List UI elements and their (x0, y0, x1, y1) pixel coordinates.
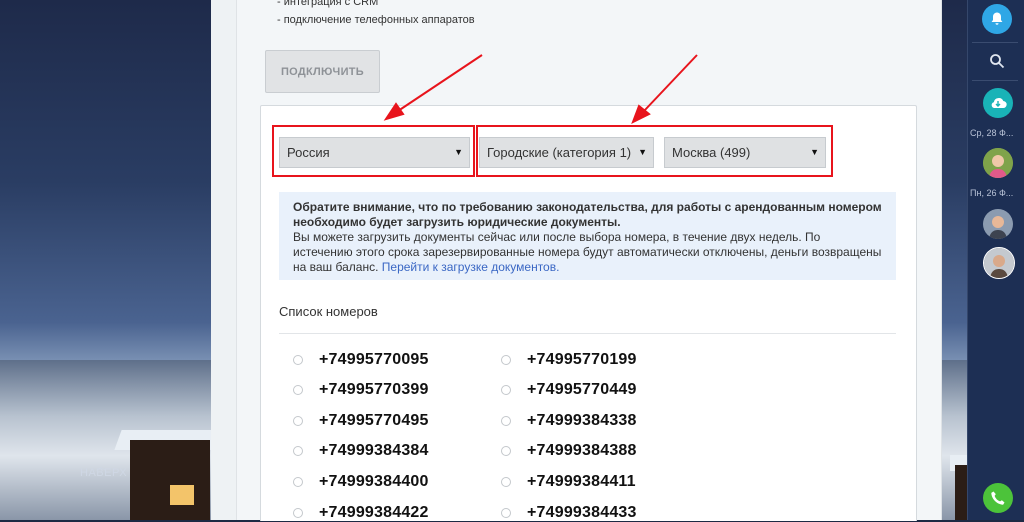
avatar[interactable] (983, 247, 1015, 279)
arrow-to-country (397, 54, 483, 112)
phone-number: +74999384338 (527, 412, 637, 429)
list-item[interactable]: +74995770449 (501, 381, 637, 399)
list-item[interactable]: +74995770495 (293, 412, 429, 430)
phone-number: +74995770449 (527, 381, 637, 398)
radio-button[interactable] (293, 508, 303, 518)
phone-number: +74999384433 (527, 504, 637, 521)
chat-date: Пн, 26 Ф... (970, 188, 1014, 198)
phone-number: +74995770495 (319, 412, 429, 429)
list-item[interactable]: +74999384411 (501, 473, 636, 491)
phone-number: +74999384384 (319, 442, 429, 459)
phone-number: +74995770199 (527, 351, 637, 368)
arrow-head-country (383, 102, 405, 121)
phone-call-icon[interactable] (983, 483, 1013, 513)
cloud-icon[interactable] (983, 88, 1013, 118)
radio-button[interactable] (501, 508, 511, 518)
numbers-list-title: Список номеров (279, 304, 378, 319)
radio-button[interactable] (293, 355, 303, 365)
phone-number: +74999384411 (527, 473, 636, 490)
avatar[interactable] (983, 148, 1013, 178)
radio-button[interactable] (501, 355, 511, 365)
list-item[interactable]: +74999384400 (293, 473, 429, 491)
radio-button[interactable] (293, 385, 303, 395)
radio-button[interactable] (293, 446, 303, 456)
search-icon[interactable] (982, 46, 1012, 76)
sidebar-divider (972, 42, 1018, 43)
list-item[interactable]: +74999384338 (501, 412, 637, 430)
sidebar-divider (972, 80, 1018, 81)
avatar[interactable] (983, 209, 1013, 239)
bell-icon[interactable] (982, 4, 1012, 34)
list-item[interactable]: +74995770199 (501, 351, 637, 369)
arrow-to-category (643, 54, 698, 112)
phone-number: +74995770399 (319, 381, 429, 398)
list-item[interactable]: +74995770095 (293, 351, 429, 369)
phone-number: +74995770095 (319, 351, 429, 368)
radio-button[interactable] (501, 446, 511, 456)
list-item[interactable]: +74995770399 (293, 381, 429, 399)
phone-number: +74999384388 (527, 442, 637, 459)
radio-button[interactable] (501, 416, 511, 426)
list-item[interactable]: +74999384388 (501, 442, 637, 460)
radio-button[interactable] (293, 477, 303, 487)
radio-button[interactable] (501, 385, 511, 395)
radio-button[interactable] (501, 477, 511, 487)
radio-button[interactable] (293, 416, 303, 426)
upload-documents-link[interactable]: Перейти к загрузке документов. (382, 260, 560, 274)
legal-notice: Обратите внимание, что по требованию зак… (279, 192, 896, 280)
list-item[interactable]: +74999384384 (293, 442, 429, 460)
phone-number: +74999384422 (319, 504, 429, 521)
list-item[interactable]: +74999384422 (293, 504, 429, 522)
chat-date: Ср, 28 Ф... (970, 128, 1014, 138)
divider (279, 333, 896, 334)
phone-number: +74999384400 (319, 473, 429, 490)
list-item[interactable]: +74999384433 (501, 504, 637, 522)
notice-bold-text: Обратите внимание, что по требованию зак… (293, 200, 882, 229)
